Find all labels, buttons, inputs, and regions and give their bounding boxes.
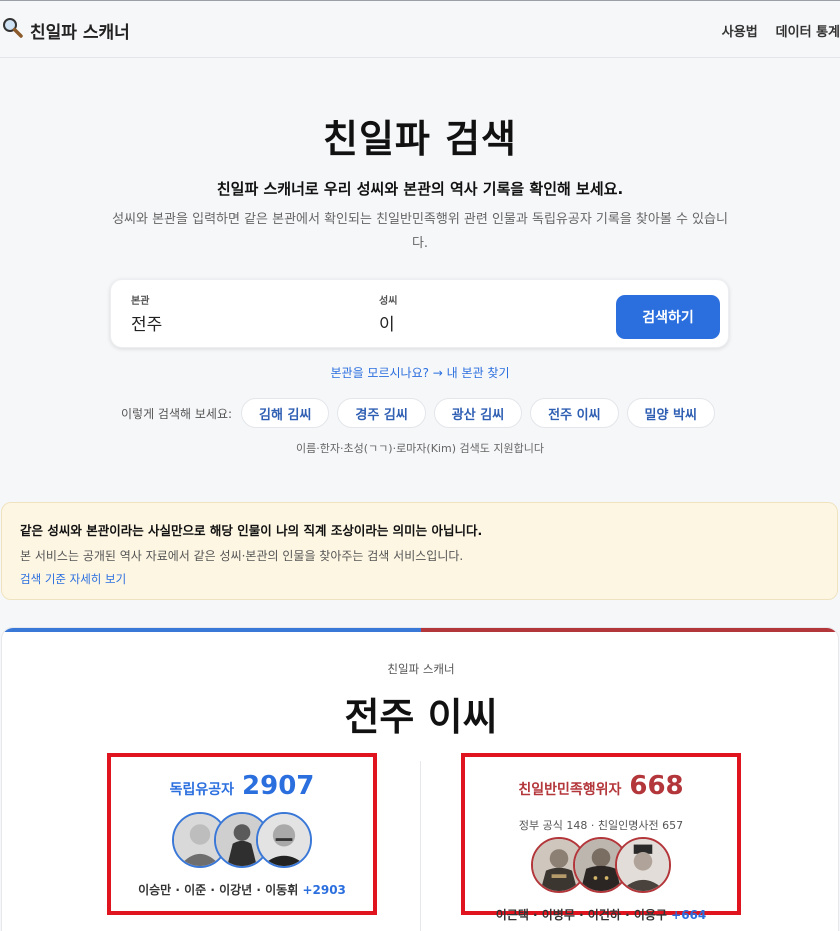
bongwan-label: 본관 — [131, 296, 150, 307]
examples-label: 이렇게 검색해 보세요: — [121, 406, 233, 421]
collaborators-panel[interactable]: 친일반민족행위자 668 정부 공식 148 · 친일인명사전 657 이근택 … — [461, 753, 741, 922]
result-title: 전주 이씨 — [344, 695, 498, 739]
collaborators-more[interactable]: +664 — [671, 908, 706, 922]
page-description: 성씨와 본관을 입력하면 같은 본관에서 확인되는 친일반민족행위 관련 인물과… — [112, 212, 728, 251]
panel-divider — [420, 761, 421, 931]
search-button[interactable]: 검색하기 — [616, 295, 720, 339]
portrait-avatar — [615, 837, 671, 893]
card-accent-red — [421, 628, 838, 632]
collaborators-count: 668 — [629, 771, 684, 801]
search-support-note: 이름·한자·초성(ㄱㄱ)·로마자(Kim) 검색도 지원합니다 — [296, 442, 544, 455]
collaborators-label: 친일반민족행위자 — [518, 782, 622, 798]
example-chip[interactable]: 경주 김씨 — [337, 398, 426, 428]
search-examples: 이렇게 검색해 보세요: 김해 김씨 경주 김씨 광산 김씨 전주 이씨 밀양 … — [121, 398, 715, 428]
bongwan-field: 본관 — [131, 292, 351, 332]
surname-input[interactable] — [379, 312, 599, 332]
notice-body: 본 서비스는 공개된 역사 자료에서 같은 성씨·본관의 인물을 찾아주는 검색… — [20, 549, 464, 563]
independence-panel[interactable]: 독립유공자 2907 이승만 · 이준 · 이강년 · 이동휘 +2903 — [107, 753, 377, 915]
criteria-link[interactable]: 검색 기준 자세히 보기 — [20, 571, 126, 587]
portrait-avatar — [256, 812, 312, 868]
brand-name: 친일파 스캐너 — [30, 22, 130, 43]
notice-title: 같은 성씨와 본관이라는 사실만으로 해당 인물이 나의 직계 조상이라는 의미… — [20, 523, 483, 538]
magnifier-icon — [2, 17, 24, 43]
surname-field: 성씨 — [379, 292, 599, 332]
collaborators-names: 이근택 · 이병무 · 이건하 · 이용구 +664 — [465, 906, 737, 923]
independence-header: 독립유공자 2907 — [111, 771, 373, 801]
page-title: 친일파 검색 — [322, 117, 518, 161]
independence-more[interactable]: +2903 — [302, 883, 345, 897]
result-card: 친일파 스캐너 전주 이씨 독립유공자 2907 이승만 · 이준 · 이강년 … — [1, 627, 839, 931]
independence-portraits — [111, 812, 373, 868]
independence-count: 2907 — [242, 771, 315, 801]
independence-label: 독립유공자 — [169, 782, 235, 798]
top-navbar: 친일파 스캐너 사용법 데이터 통계 — [0, 0, 840, 58]
example-chip[interactable]: 김해 김씨 — [241, 398, 330, 428]
top-nav: 사용법 데이터 통계 — [722, 21, 840, 40]
card-brand: 친일파 스캐너 — [387, 662, 455, 676]
brand[interactable]: 친일파 스캐너 — [2, 17, 130, 43]
example-chip[interactable]: 밀양 박씨 — [626, 398, 715, 428]
page-subtitle: 친일파 스캐너로 우리 성씨와 본관의 역사 기록을 확인해 보세요. — [216, 180, 624, 198]
search-box: 본관 성씨 검색하기 — [110, 279, 729, 348]
find-bongwan-link[interactable]: 본관을 모르시나요? → 내 본관 찾기 — [0, 364, 840, 381]
nav-data-stats[interactable]: 데이터 통계 — [776, 21, 840, 40]
collaborators-header: 친일반민족행위자 668 — [465, 771, 737, 801]
collaborators-name-list: 이근택 · 이병무 · 이건하 · 이용구 — [495, 908, 667, 922]
disclaimer-notice: 같은 성씨와 본관이라는 사실만으로 해당 인물이 나의 직계 조상이라는 의미… — [1, 502, 838, 600]
collaborators-portraits — [465, 837, 737, 893]
collaborators-breakdown: 정부 공식 148 · 친일인명사전 657 — [518, 819, 684, 832]
bongwan-input[interactable] — [131, 312, 351, 332]
example-chip[interactable]: 전주 이씨 — [530, 398, 619, 428]
card-accent-blue — [2, 628, 421, 632]
example-chip[interactable]: 광산 김씨 — [433, 398, 523, 428]
surname-label: 성씨 — [379, 296, 398, 307]
nav-how-to-use[interactable]: 사용법 — [722, 21, 758, 40]
independence-name-list: 이승만 · 이준 · 이강년 · 이동휘 — [138, 883, 299, 897]
independence-names: 이승만 · 이준 · 이강년 · 이동휘 +2903 — [111, 881, 373, 898]
